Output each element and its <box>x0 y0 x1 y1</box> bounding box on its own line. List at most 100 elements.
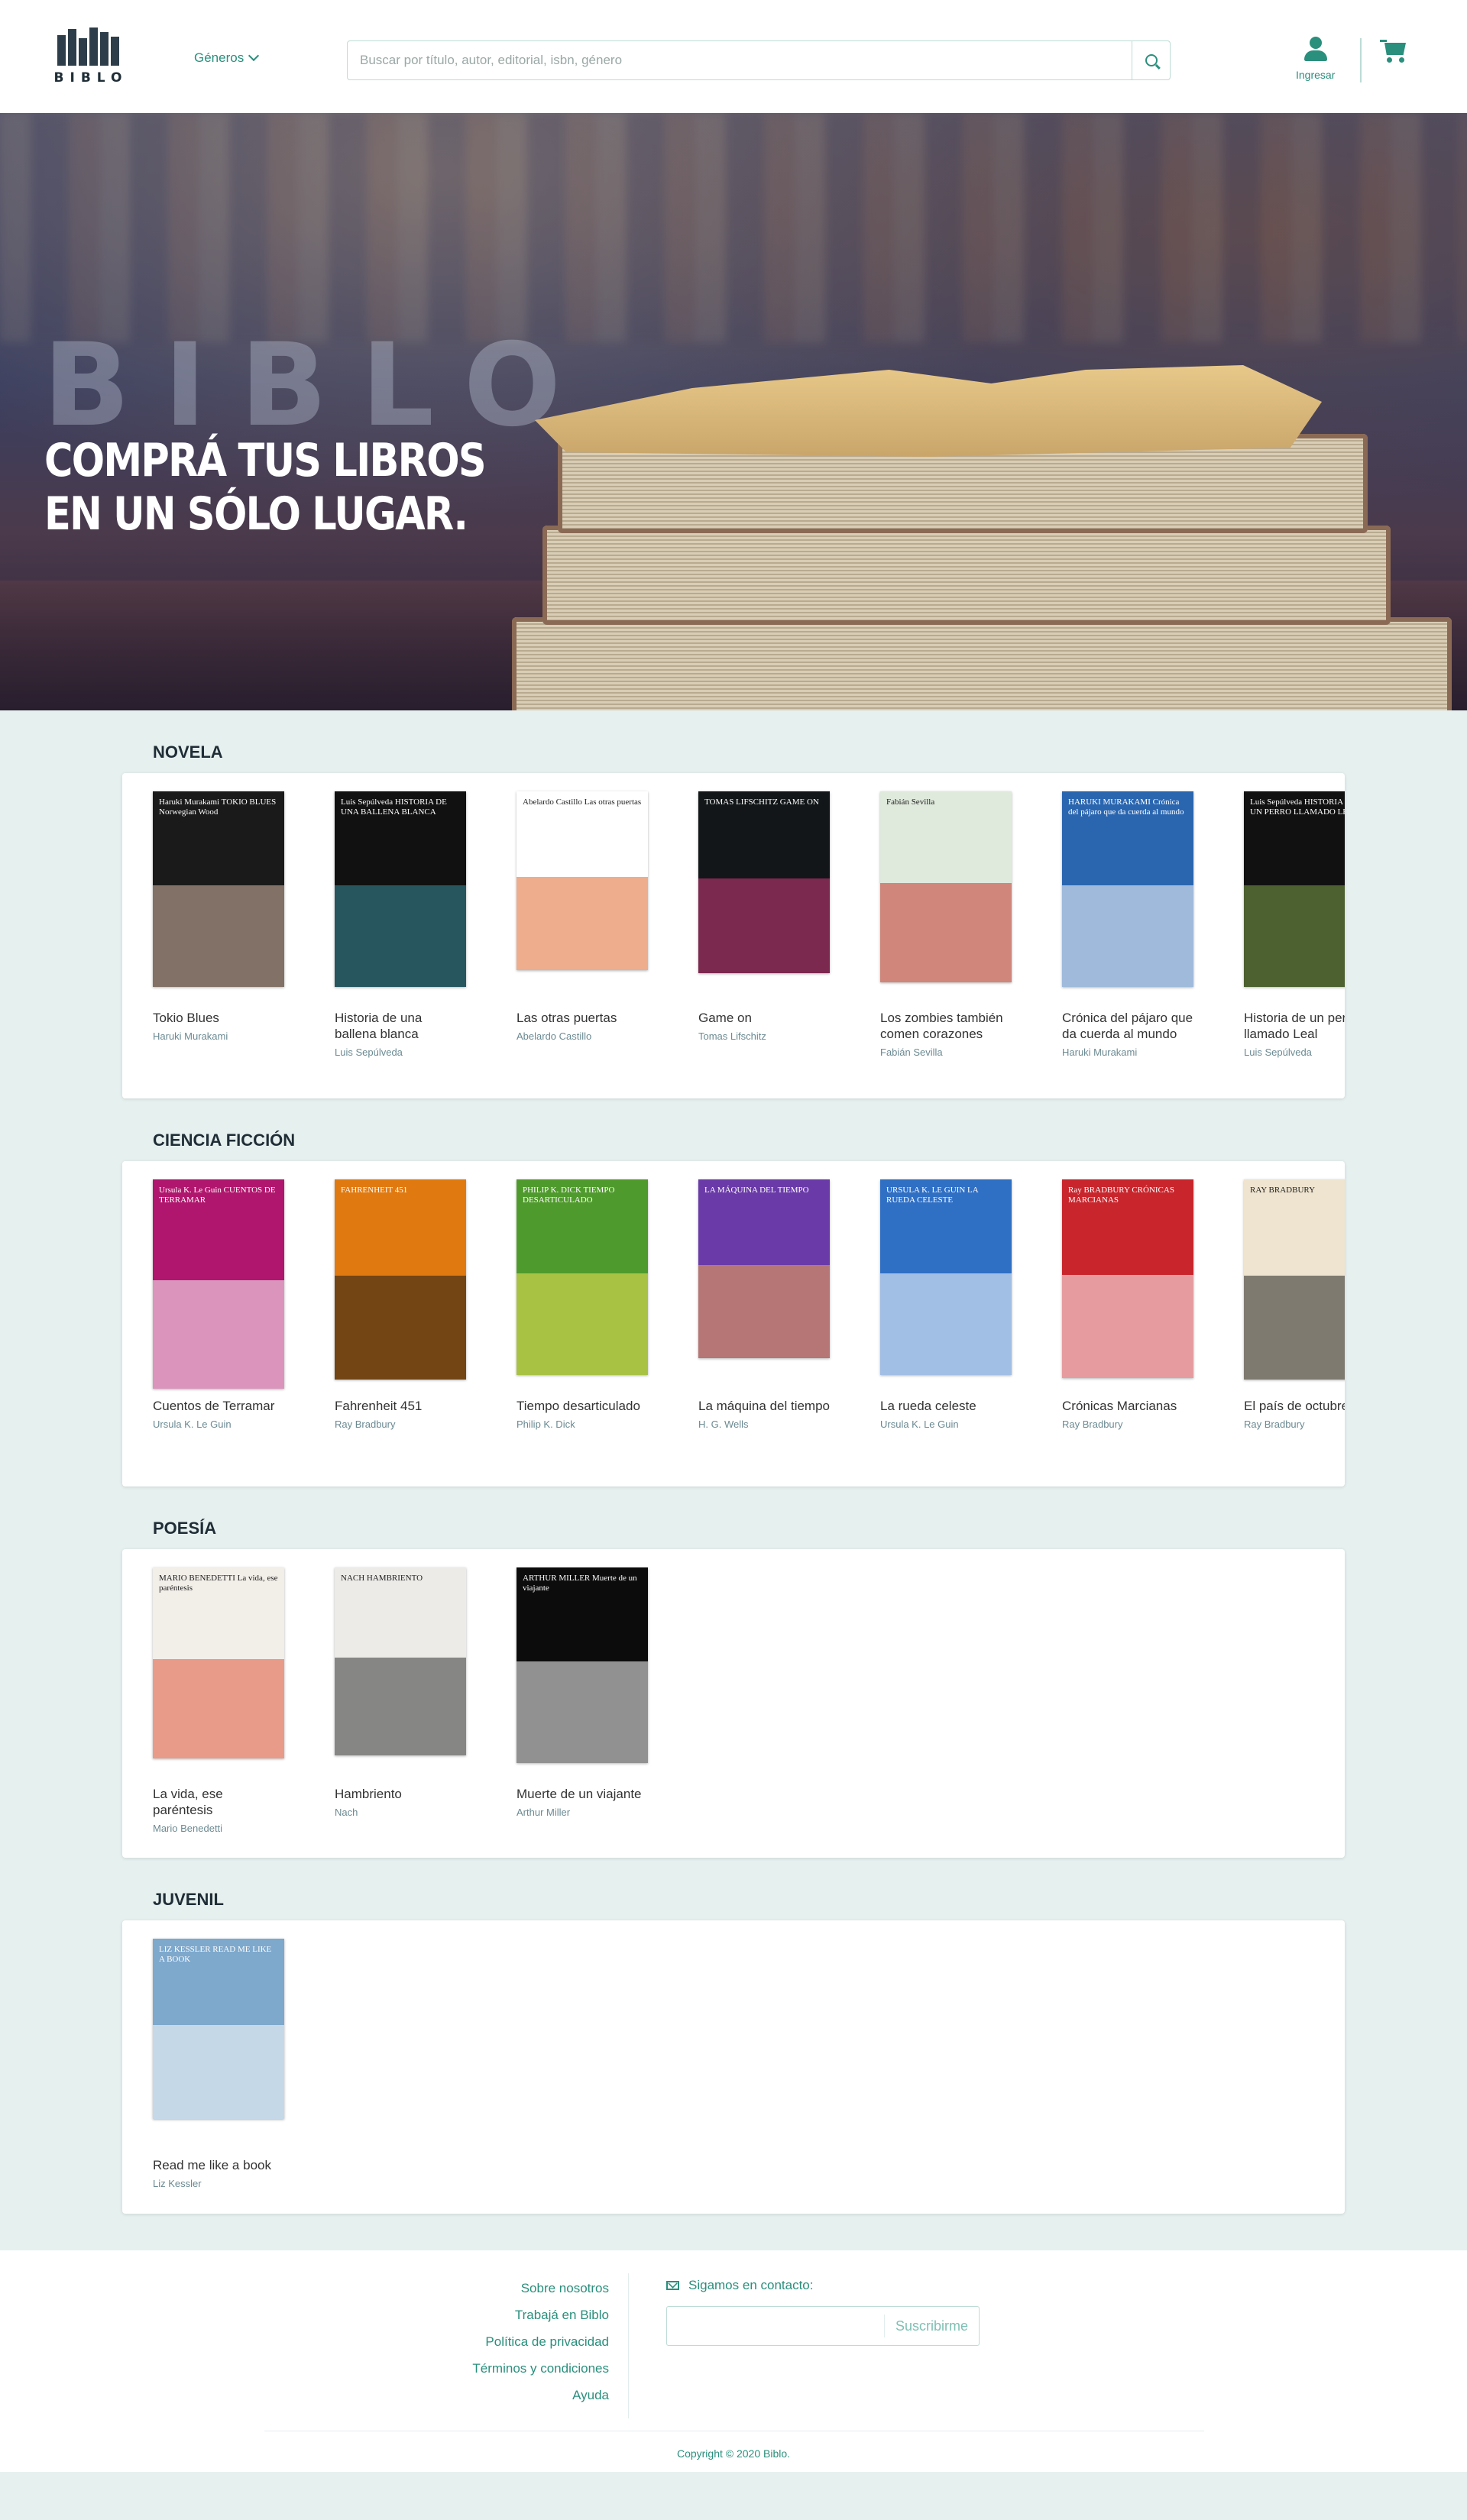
book-title[interactable]: La vida, ese paréntesis <box>153 1786 284 1818</box>
book-cover-image[interactable]: FAHRENHEIT 451 <box>335 1179 466 1380</box>
book-card[interactable]: Ursula K. Le Guin CUENTOS DE TERRAMAR Cue… <box>153 1179 284 1430</box>
book-title[interactable]: Historia de un perro llamado Leal <box>1244 1010 1345 1042</box>
book-card[interactable]: Luis Sepúlveda HISTORIA DE UN PERRO LLAM… <box>1244 791 1345 1058</box>
book-card[interactable]: Abelardo Castillo Las otras puertas Las o… <box>517 791 648 1058</box>
book-card[interactable]: LIZ KESSLER READ ME LIKE A BOOK Read me l… <box>153 1939 284 2189</box>
book-author[interactable]: H. G. Wells <box>698 1419 830 1430</box>
book-author[interactable]: Arthur Miller <box>517 1807 648 1818</box>
book-card[interactable]: HARUKI MURAKAMI Crónica del pájaro que d… <box>1062 791 1193 1058</box>
footer-link-about[interactable]: Sobre nosotros <box>472 2275 609 2302</box>
book-card[interactable]: FAHRENHEIT 451 Fahrenheit 451 Ray Bradbury <box>335 1179 466 1430</box>
book-cover-frame: Fabián Sevilla <box>880 791 1012 995</box>
book-title[interactable]: Crónica del pájaro que da cuerda al mund… <box>1062 1010 1193 1042</box>
book-title[interactable]: Historia de una ballena blanca <box>335 1010 466 1042</box>
search-button[interactable] <box>1132 41 1170 79</box>
book-cover-frame: FAHRENHEIT 451 <box>335 1179 466 1383</box>
book-card[interactable]: PHILIP K. DICK TIEMPO DESARTICULADO Tiemp… <box>517 1179 648 1430</box>
book-title[interactable]: Tiempo desarticulado <box>517 1398 648 1414</box>
subscribe-button[interactable]: Suscribirme <box>883 2315 979 2337</box>
cover-art <box>517 1273 648 1375</box>
login-button[interactable]: Ingresar <box>1296 37 1335 81</box>
book-title[interactable]: Game on <box>698 1010 830 1026</box>
cover-text: NACH HAMBRIENTO <box>341 1574 423 1583</box>
footer-link-privacy[interactable]: Política de privacidad <box>472 2328 609 2355</box>
book-title[interactable]: Crónicas Marcianas <box>1062 1398 1193 1414</box>
book-author[interactable]: Ray Bradbury <box>1244 1419 1345 1430</box>
book-title[interactable]: Hambriento <box>335 1786 466 1802</box>
book-author[interactable]: Nach <box>335 1807 466 1818</box>
footer-link-jobs[interactable]: Trabajá en Biblo <box>472 2302 609 2328</box>
contact-label: Sigamos en contacto: <box>688 2278 814 2292</box>
subscribe-email-input[interactable] <box>667 2307 884 2345</box>
book-cover-image[interactable]: Ursula K. Le Guin CUENTOS DE TERRAMAR <box>153 1179 284 1389</box>
book-card[interactable]: ARTHUR MILLER Muerte de un viajante Muert… <box>517 1567 648 1834</box>
book-author[interactable]: Tomas Lifschitz <box>698 1030 830 1042</box>
book-card[interactable]: Fabián Sevilla Los zombies también comen … <box>880 791 1012 1058</box>
book-author[interactable]: Fabián Sevilla <box>880 1046 1012 1058</box>
book-cover-frame: RAY BRADBURY <box>1244 1179 1345 1383</box>
book-title[interactable]: Los zombies también comen corazones <box>880 1010 1012 1042</box>
book-cover-image[interactable]: MARIO BENEDETTI La vida, ese paréntesis <box>153 1567 284 1758</box>
book-author[interactable]: Ursula K. Le Guin <box>153 1419 284 1430</box>
book-author[interactable]: Abelardo Castillo <box>517 1030 648 1042</box>
book-cover-image[interactable]: LA MÁQUINA DEL TIEMPO <box>698 1179 830 1358</box>
book-title[interactable]: Tokio Blues <box>153 1010 284 1026</box>
book-cover-frame: MARIO BENEDETTI La vida, ese paréntesis <box>153 1567 284 1771</box>
book-author[interactable]: Liz Kessler <box>153 2178 284 2189</box>
book-cover-image[interactable]: RAY BRADBURY <box>1244 1179 1345 1380</box>
book-card[interactable]: Luis Sepúlveda HISTORIA DE UNA BALLENA B… <box>335 791 466 1058</box>
book-cover-image[interactable]: LIZ KESSLER READ ME LIKE A BOOK <box>153 1939 284 2119</box>
cart-icon[interactable] <box>1380 40 1407 63</box>
book-card[interactable]: Haruki Murakami TOKIO BLUES Norwegian Wo… <box>153 791 284 1058</box>
biblo-logo[interactable]: BIBLO <box>54 27 121 90</box>
book-author[interactable]: Luis Sepúlveda <box>1244 1046 1345 1058</box>
book-row: LIZ KESSLER READ ME LIKE A BOOK Read me l… <box>122 1939 1345 2189</box>
book-card[interactable]: LA MÁQUINA DEL TIEMPO La máquina del tiem… <box>698 1179 830 1430</box>
book-title[interactable]: Las otras puertas <box>517 1010 648 1026</box>
book-card[interactable]: RAY BRADBURY El país de octubre Ray Bradbu… <box>1244 1179 1345 1430</box>
book-row: Haruki Murakami TOKIO BLUES Norwegian Wo… <box>122 791 1345 1058</box>
book-author[interactable]: Luis Sepúlveda <box>335 1046 466 1058</box>
book-card[interactable]: MARIO BENEDETTI La vida, ese paréntesis L… <box>153 1567 284 1834</box>
book-cover-image[interactable]: URSULA K. LE GUIN LA RUEDA CELESTE <box>880 1179 1012 1375</box>
book-cover-frame: NACH HAMBRIENTO <box>335 1567 466 1771</box>
book-title[interactable]: Muerte de un viajante <box>517 1786 648 1802</box>
book-title[interactable]: Cuentos de Terramar <box>153 1398 284 1414</box>
book-author[interactable]: Ursula K. Le Guin <box>880 1419 1012 1430</box>
book-title[interactable]: Read me like a book <box>153 2157 284 2173</box>
book-cover-image[interactable]: Luis Sepúlveda HISTORIA DE UNA BALLENA B… <box>335 791 466 987</box>
book-cover-image[interactable]: HARUKI MURAKAMI Crónica del pájaro que d… <box>1062 791 1193 987</box>
book-author[interactable]: Ray Bradbury <box>1062 1419 1193 1430</box>
book-cover-image[interactable]: NACH HAMBRIENTO <box>335 1567 466 1755</box>
book-author[interactable]: Mario Benedetti <box>153 1823 284 1834</box>
book-card[interactable]: NACH HAMBRIENTO Hambriento Nach <box>335 1567 466 1834</box>
footer-link-help[interactable]: Ayuda <box>472 2382 609 2408</box>
footer-link-terms[interactable]: Términos y condiciones <box>472 2355 609 2382</box>
book-card[interactable]: TOMAS LIFSCHITZ GAME ON Game on Tomas Lifs… <box>698 791 830 1058</box>
book-author[interactable]: Ray Bradbury <box>335 1419 466 1430</box>
book-cover-image[interactable]: PHILIP K. DICK TIEMPO DESARTICULADO <box>517 1179 648 1375</box>
book-author[interactable]: Haruki Murakami <box>153 1030 284 1042</box>
book-cover-image[interactable]: ARTHUR MILLER Muerte de un viajante <box>517 1567 648 1763</box>
book-cover-image[interactable]: Luis Sepúlveda HISTORIA DE UN PERRO LLAM… <box>1244 791 1345 987</box>
book-cover-image[interactable]: Haruki Murakami TOKIO BLUES Norwegian Wo… <box>153 791 284 987</box>
book-cover-image[interactable]: Ray BRADBURY CRÓNICAS MARCIANAS <box>1062 1179 1193 1378</box>
book-title[interactable]: La máquina del tiempo <box>698 1398 830 1414</box>
book-author[interactable]: Philip K. Dick <box>517 1419 648 1430</box>
book-card[interactable]: URSULA K. LE GUIN LA RUEDA CELESTE La rue… <box>880 1179 1012 1430</box>
book-card[interactable]: Ray BRADBURY CRÓNICAS MARCIANAS Crónicas … <box>1062 1179 1193 1430</box>
book-title[interactable]: La rueda celeste <box>880 1398 1012 1414</box>
book-author[interactable]: Haruki Murakami <box>1062 1046 1193 1058</box>
genres-dropdown[interactable]: Géneros <box>194 50 260 66</box>
book-title[interactable]: Fahrenheit 451 <box>335 1398 466 1414</box>
cover-text: Luis Sepúlveda HISTORIA DE UNA BALLENA B… <box>341 797 447 817</box>
book-cover-frame: Luis Sepúlveda HISTORIA DE UN PERRO LLAM… <box>1244 791 1345 995</box>
book-cover-image[interactable]: Fabián Sevilla <box>880 791 1012 982</box>
book-cover-image[interactable]: Abelardo Castillo Las otras puertas <box>517 791 648 970</box>
section-title: JUVENIL <box>153 1890 224 1909</box>
book-cover-image[interactable]: TOMAS LIFSCHITZ GAME ON <box>698 791 830 973</box>
search-icon <box>1145 54 1158 66</box>
book-cover-frame: Luis Sepúlveda HISTORIA DE UNA BALLENA B… <box>335 791 466 995</box>
search-input[interactable] <box>348 41 1132 79</box>
book-title[interactable]: El país de octubre <box>1244 1398 1345 1414</box>
